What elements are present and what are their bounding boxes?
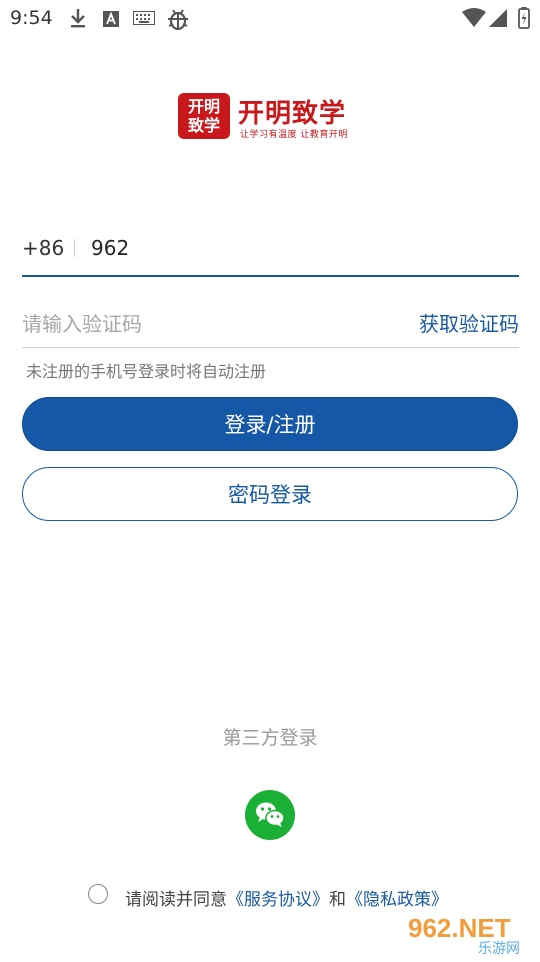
third-party-login-label: 第三方登录 [222, 727, 318, 749]
signal-icon [489, 9, 507, 27]
wifi-icon [462, 8, 486, 27]
logo-badge: 开明 致学 [178, 93, 230, 139]
watermark-main: 962.NET [408, 913, 511, 943]
get-code-button[interactable]: 获取验证码 [419, 308, 519, 337]
wechat-icon [256, 802, 285, 827]
battery-icon [518, 7, 530, 29]
register-hint: 未注册的手机号登录时将自动注册 [26, 362, 267, 381]
keyboard-icon [133, 11, 155, 25]
logo-title: 开明致学 [238, 99, 347, 129]
status-bar: 9:54 [0, 0, 540, 36]
agreement-and: 和 [329, 890, 346, 910]
site-watermark: 962.NET 乐游网 [400, 900, 540, 958]
service-agreement-link[interactable]: 《服务协议》 [227, 890, 329, 910]
watermark-graphic: 962.NET 乐游网 [402, 912, 538, 957]
login-register-label: 登录/注册 [224, 413, 316, 437]
status-time: 9:54 [10, 7, 53, 29]
agreement-checkbox[interactable] [88, 884, 108, 904]
country-code-selector[interactable]: +86 [22, 236, 64, 260]
wechat-login-button[interactable] [245, 790, 295, 840]
download-icon [71, 9, 85, 28]
watermark-sub: 乐游网 [478, 941, 520, 957]
code-input-row[interactable]: 请输入验证码 获取验证码 [22, 298, 519, 348]
code-input[interactable]: 请输入验证码 [22, 308, 142, 337]
logo-slogan: 让学习有温度 让教育开明 [240, 130, 348, 140]
country-code-divider [74, 239, 75, 257]
password-login-button[interactable]: 密码登录 [22, 467, 518, 521]
agreement-prefix: 请阅读并同意 [125, 890, 227, 910]
bug-icon [168, 9, 188, 31]
logo-badge-line1: 开明 [187, 97, 220, 116]
logo-badge-line2: 致学 [187, 116, 220, 135]
font-icon [103, 11, 119, 27]
app-logo: 开明 致学 开明致学 让学习有温度 让教育开明 [178, 93, 368, 141]
password-login-label: 密码登录 [228, 483, 312, 507]
login-register-button[interactable]: 登录/注册 [22, 397, 518, 451]
phone-input-row[interactable]: +86 962 [22, 226, 519, 277]
phone-input[interactable]: 962 [91, 236, 129, 260]
